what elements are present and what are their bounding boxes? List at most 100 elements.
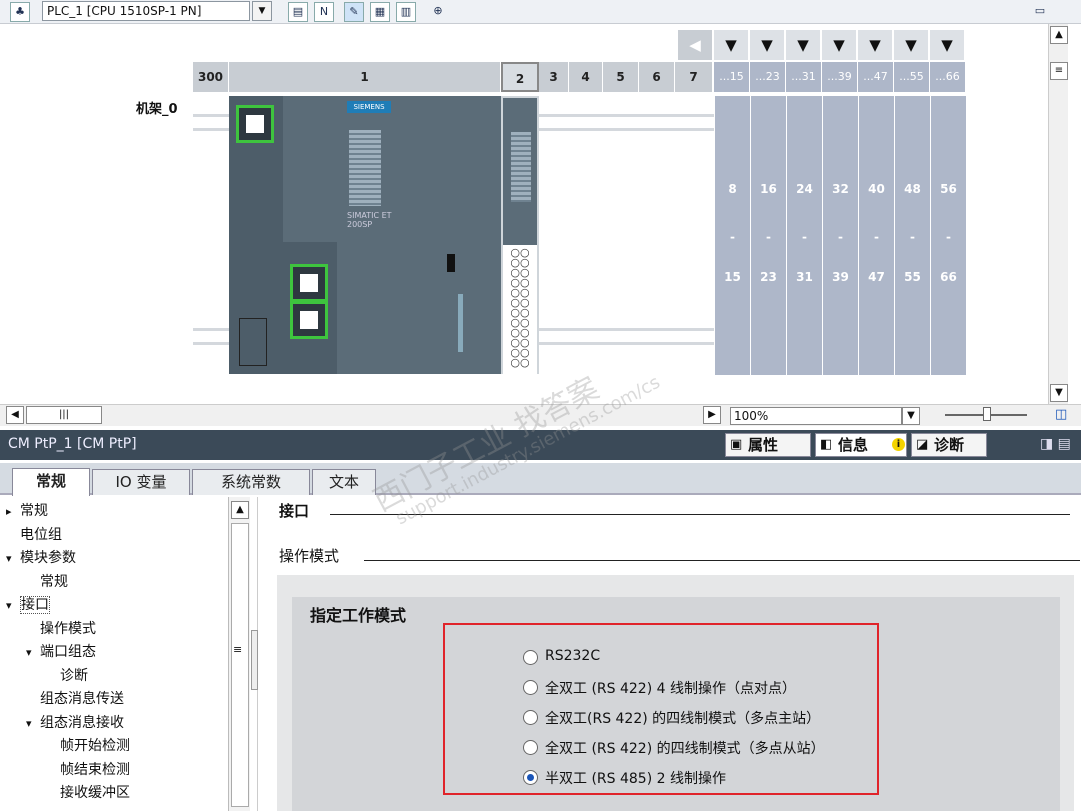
slot-group-expand-icon[interactable]: ▼: [894, 30, 928, 60]
tree-item[interactable]: 操作模式: [26, 618, 96, 640]
mode-radio-label[interactable]: 全双工 (RS 422) 4 线制操作（点对点）: [545, 678, 796, 698]
tree-item-label: 模块参数: [20, 550, 76, 566]
tab-info[interactable]: ◧ 信息 i: [815, 433, 907, 457]
name-icon[interactable]: N: [314, 2, 334, 22]
scroll-left-icon[interactable]: ◀: [6, 406, 24, 424]
scroll-thumb[interactable]: [231, 523, 249, 807]
splitter-handle[interactable]: [251, 630, 258, 690]
scroll-left-icon[interactable]: ◀: [678, 30, 712, 60]
slot-group-header: ...55: [894, 62, 930, 92]
zoom-slider-thumb[interactable]: [983, 407, 991, 421]
slot-group-column[interactable]: 40 - 47: [859, 96, 894, 375]
slot-group-expand-icon[interactable]: ▼: [858, 30, 892, 60]
slot-group-expand-icon[interactable]: ▼: [750, 30, 784, 60]
mode-radio-label[interactable]: 半双工 (RS 485) 2 线制操作: [545, 768, 726, 788]
section-interface: 接口: [279, 502, 310, 520]
slot-group-column[interactable]: 16 - 23: [751, 96, 786, 375]
tab-general[interactable]: 常规: [12, 468, 90, 496]
slot-group-column[interactable]: 8 - 15: [715, 96, 750, 375]
slot-header: 4: [569, 62, 603, 92]
window-controls-icon[interactable]: ◨ ▤: [1040, 436, 1071, 452]
mode-radio[interactable]: [523, 650, 538, 665]
mode-radio-label[interactable]: RS232C: [545, 648, 600, 664]
slot-number: -: [766, 230, 771, 244]
scroll-up-icon[interactable]: ▲: [1050, 26, 1068, 44]
tab-texts[interactable]: 文本: [312, 469, 376, 495]
mode-radio[interactable]: [523, 740, 538, 755]
table-icon[interactable]: ▦: [370, 2, 390, 22]
slot-number: 15: [724, 270, 741, 284]
tree-item[interactable]: 常规: [26, 571, 68, 593]
slot-group-column[interactable]: 32 - 39: [823, 96, 858, 375]
tab-system-constants[interactable]: 系统常数: [192, 469, 310, 495]
device-select[interactable]: PLC_1 [CPU 1510SP-1 PN]: [42, 1, 250, 21]
fit-icon[interactable]: ◫: [1055, 407, 1067, 422]
slot-number: 56: [940, 182, 957, 196]
slot-group-header: ...66: [930, 62, 966, 92]
slot-group-expand-icon[interactable]: ▼: [714, 30, 748, 60]
slot-number: 32: [832, 182, 849, 196]
info-icon: ◧: [820, 437, 833, 452]
tree-toggle-icon[interactable]: ▾: [6, 548, 20, 570]
device-view-icon[interactable]: ♣: [10, 2, 30, 22]
tree-item[interactable]: ▾ 模块参数: [6, 547, 76, 570]
tree-toggle-icon[interactable]: ▾: [26, 713, 40, 735]
slot-group-column[interactable]: 24 - 31: [787, 96, 822, 375]
slot-number: 47: [868, 270, 885, 284]
tree-item[interactable]: ▸ 常规: [6, 500, 48, 523]
slot-header: 3: [539, 62, 569, 92]
vertical-scrollbar[interactable]: ▲ ≡ ▼: [1048, 24, 1068, 404]
tree-item[interactable]: 电位组: [6, 524, 62, 546]
tree-toggle-icon[interactable]: ▸: [6, 501, 20, 523]
overview-icon[interactable]: ▭: [1030, 2, 1050, 22]
tree-item[interactable]: 帧开始检测: [46, 735, 130, 757]
tree-item-label: 电位组: [20, 526, 62, 543]
tree-toggle-icon[interactable]: ▾: [26, 642, 40, 664]
horizontal-scrollbar[interactable]: ◀ ||| ▶ 100% ▼ ◫: [0, 404, 1081, 426]
slot-group-expand-icon[interactable]: ▼: [822, 30, 856, 60]
slot-number: -: [730, 230, 735, 244]
scroll-thumb[interactable]: ≡: [1050, 62, 1068, 80]
chevron-down-icon[interactable]: ▼: [252, 1, 272, 21]
tree-item[interactable]: ▾ 端口组态: [26, 641, 96, 664]
slot-header: 5: [603, 62, 639, 92]
mode-radio-label[interactable]: 全双工(RS 422) 的四线制模式（多点主站）: [545, 708, 820, 728]
slot-group-expand-icon[interactable]: ▼: [930, 30, 964, 60]
slot-group-header: ...47: [858, 62, 894, 92]
tree-toggle-icon[interactable]: ▾: [6, 595, 20, 617]
tree-item[interactable]: ▾ 组态消息接收: [26, 712, 124, 735]
edit-icon[interactable]: ✎: [344, 2, 364, 22]
cpu-module[interactable]: SIEMENS SIMATIC ET 200SP: [229, 96, 501, 374]
mode-radio-label[interactable]: 全双工 (RS 422) 的四线制模式（多点从站）: [545, 738, 825, 758]
mode-radio[interactable]: [523, 770, 538, 785]
scroll-down-icon[interactable]: ▼: [1050, 384, 1068, 402]
zoom-icon[interactable]: ⊕: [428, 2, 448, 22]
tab-io-tags[interactable]: IO 变量: [92, 469, 190, 495]
tree-item[interactable]: 组态消息传送: [26, 688, 124, 710]
tree-item-label: 端口组态: [40, 644, 96, 660]
tree-item[interactable]: 帧结束检测: [46, 759, 130, 781]
cm-ptp-module[interactable]: ○○ ○○ ○○ ○○ ○○ ○○ ○○ ○○ ○○ ○○ ○○ ○○: [501, 96, 539, 374]
slot-group-column[interactable]: 48 - 55: [895, 96, 930, 375]
scroll-thumb[interactable]: |||: [26, 406, 102, 424]
tab-diagnostics[interactable]: ◪ 诊断: [911, 433, 987, 457]
tab-properties[interactable]: ▣ 属性: [725, 433, 811, 457]
slot-header: 7: [675, 62, 713, 92]
mode-radio[interactable]: [523, 680, 538, 695]
tree-item[interactable]: ▾ 接口: [6, 594, 50, 617]
scroll-right-icon[interactable]: ▶: [703, 406, 721, 424]
tree-scrollbar[interactable]: ▲ ≡: [228, 497, 250, 811]
zoom-select[interactable]: 100%: [730, 407, 902, 425]
chevron-down-icon[interactable]: ▼: [902, 407, 920, 425]
tree-item[interactable]: 诊断: [46, 665, 88, 687]
network-icon[interactable]: ▤: [288, 2, 308, 22]
tree-item[interactable]: 接收缓冲区: [46, 782, 130, 804]
slot-number: -: [874, 230, 879, 244]
panel-icon[interactable]: ▥: [396, 2, 416, 22]
scroll-up-icon[interactable]: ▲: [231, 501, 249, 519]
slot-number: 48: [904, 182, 921, 196]
tree-item-label: 操作模式: [40, 620, 96, 637]
slot-group-expand-icon[interactable]: ▼: [786, 30, 820, 60]
slot-group-column[interactable]: 56 - 66: [931, 96, 966, 375]
mode-radio[interactable]: [523, 710, 538, 725]
